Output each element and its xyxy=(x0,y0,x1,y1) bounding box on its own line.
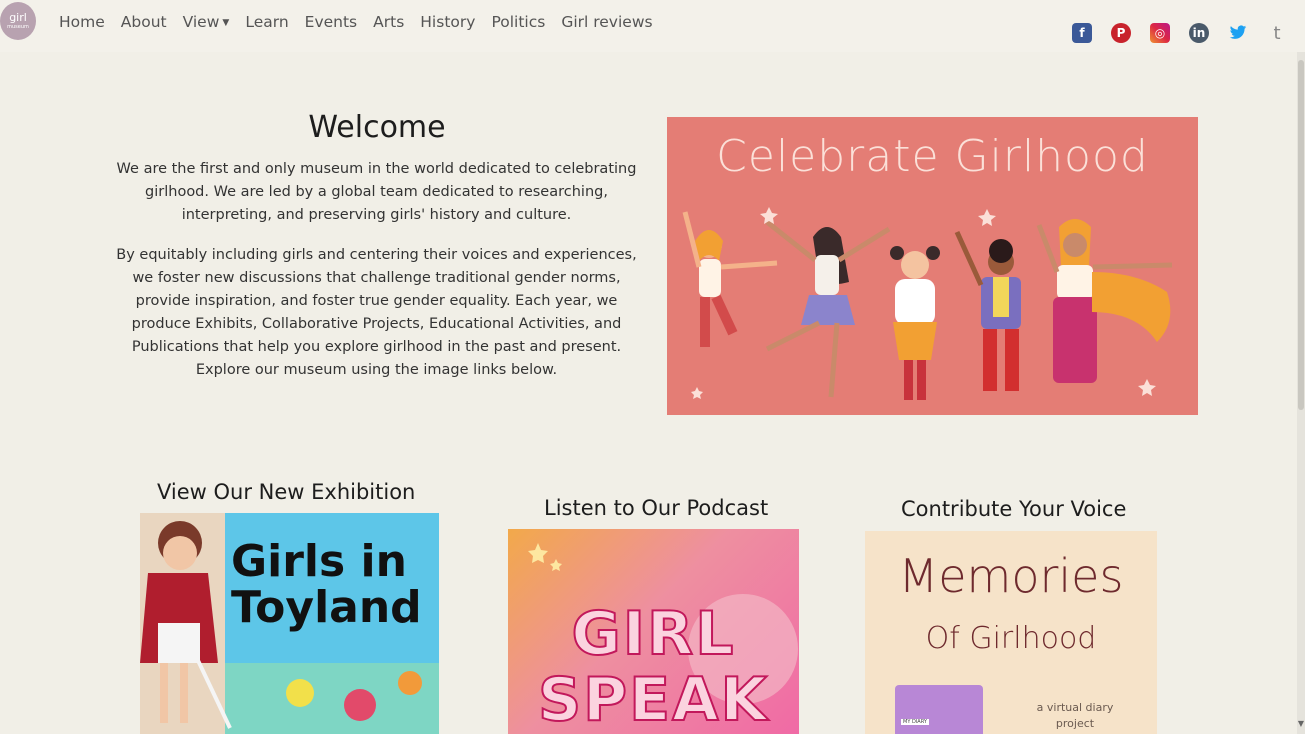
pinterest-icon[interactable]: P xyxy=(1111,23,1131,43)
celebrate-girlhood-banner[interactable]: Celebrate Girlhood xyxy=(667,117,1198,415)
nav-view-label: View xyxy=(182,13,220,31)
welcome-paragraph-2: By equitably including girls and centeri… xyxy=(116,247,637,378)
nav-girl-reviews[interactable]: Girl reviews xyxy=(561,13,652,31)
dancing-girls-illustration xyxy=(682,207,1173,400)
nav-events[interactable]: Events xyxy=(305,13,357,31)
diary-icon xyxy=(895,685,983,734)
exhibition-heading: View Our New Exhibition xyxy=(157,480,416,504)
welcome-heading: Welcome xyxy=(308,110,446,145)
podcast-image-link[interactable]: GIRL SPEAK xyxy=(508,529,799,734)
contribute-heading: Contribute Your Voice xyxy=(901,497,1127,521)
nav-view-dropdown[interactable]: View ▼ xyxy=(183,13,230,31)
podcast-image-text: GIRL SPEAK xyxy=(508,599,799,734)
exhibition-image-text: Girls in Toyland xyxy=(231,536,422,633)
welcome-paragraph-1: We are the first and only museum in the … xyxy=(116,161,637,223)
girl-museum-logo[interactable]: girl museum xyxy=(0,2,36,40)
scrollbar-thumb[interactable] xyxy=(1298,60,1304,410)
nav-arts[interactable]: Arts xyxy=(373,13,404,31)
diary-label: MY DIARY xyxy=(901,719,929,725)
caret-down-icon: ▼ xyxy=(222,18,230,28)
nav-learn[interactable]: Learn xyxy=(245,13,288,31)
logo-text: girl xyxy=(9,11,27,24)
exhibition-image-link[interactable]: Girls in Toyland xyxy=(140,513,439,734)
memories-note: a virtual diary project xyxy=(1036,701,1114,730)
memories-subtitle: Of Girlhood xyxy=(925,621,1097,656)
logo-subtext: museum xyxy=(7,24,29,30)
scroll-down-arrow-icon[interactable]: ▼ xyxy=(1297,719,1305,728)
nav-history[interactable]: History xyxy=(420,13,475,31)
social-links: f P ◎ in t xyxy=(1072,23,1287,44)
facebook-icon[interactable]: f xyxy=(1072,23,1092,43)
nav-about[interactable]: About xyxy=(121,13,167,31)
main-nav: Home About View ▼ Learn Events Arts Histo… xyxy=(59,13,653,31)
nav-home[interactable]: Home xyxy=(59,13,105,31)
twitter-icon[interactable] xyxy=(1228,23,1248,43)
podcast-title-line-2: SPEAK xyxy=(537,665,770,734)
linkedin-icon[interactable]: in xyxy=(1189,23,1209,43)
podcast-title-line-1: GIRL xyxy=(570,599,736,669)
contribute-image-link[interactable]: Memories Of Girlhood MY DIARY a virtual … xyxy=(865,531,1157,734)
tumblr-icon[interactable]: t xyxy=(1267,23,1287,44)
top-navbar: girl museum Home About View ▼ Learn Event… xyxy=(0,0,1305,52)
instagram-icon[interactable]: ◎ xyxy=(1150,23,1170,43)
podcast-heading: Listen to Our Podcast xyxy=(544,496,769,520)
nav-politics[interactable]: Politics xyxy=(491,13,545,31)
memories-title: Memories xyxy=(898,549,1124,603)
